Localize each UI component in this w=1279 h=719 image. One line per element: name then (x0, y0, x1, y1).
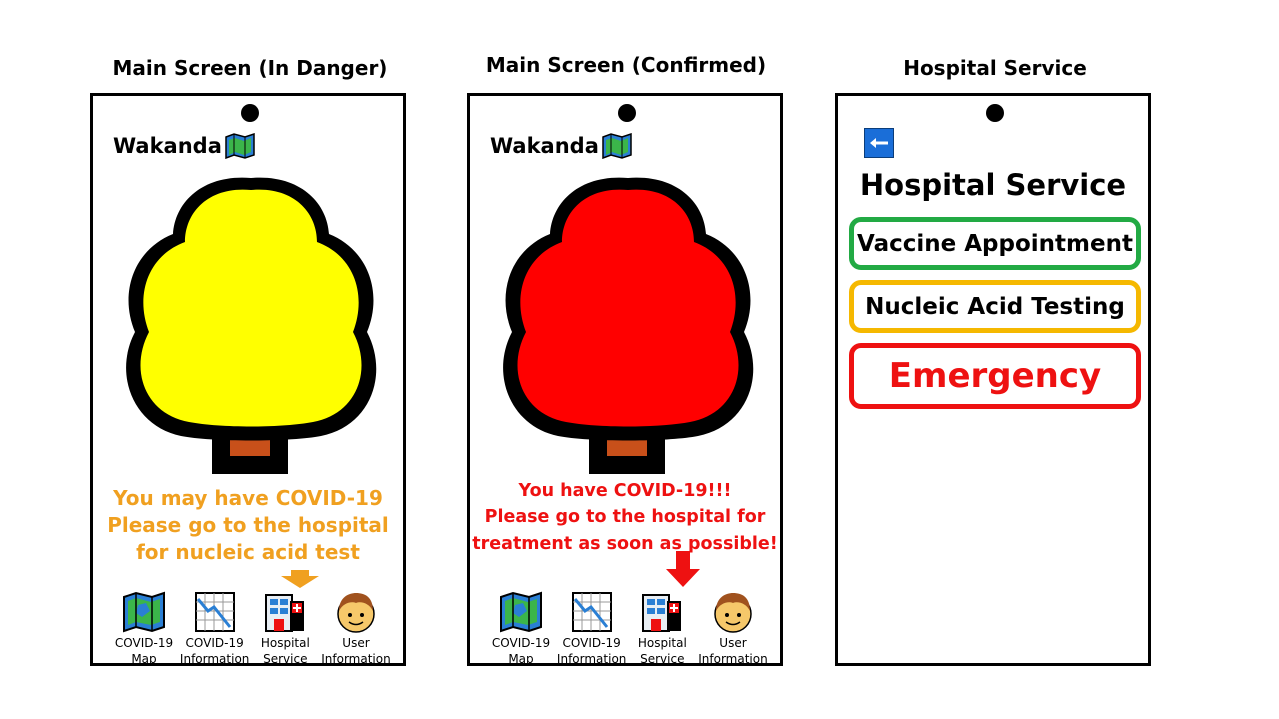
status-message: You may have COVID-19 Please go to the h… (93, 485, 403, 566)
nav-label: COVID-19 (185, 636, 244, 650)
button-label: Nucleic Acid Testing (865, 293, 1125, 320)
nav-label: COVID-19 (491, 636, 551, 650)
nav-label: Information (698, 652, 768, 666)
chart-decline-icon (194, 592, 235, 632)
caption-confirmed: Main Screen (Confirmed) (485, 53, 767, 77)
app-brand: Wakanda (490, 133, 632, 159)
user-face-icon (337, 593, 375, 633)
hospital-icon (642, 594, 682, 632)
map-icon (123, 591, 165, 633)
status-tree-confirmed (503, 177, 754, 474)
nav-covid-information[interactable]: COVID-19 Information (557, 591, 627, 667)
nav-label: Service (640, 652, 685, 666)
bottom-nav: COVID-19 Map COVID-19 Information Hospit… (109, 591, 391, 667)
nav-hospital-service[interactable]: Hospital Service (627, 591, 697, 667)
nav-label: Map (508, 652, 534, 666)
nav-label: Map (131, 652, 157, 666)
user-face-icon (714, 593, 752, 633)
camera-dot (618, 104, 636, 122)
button-label: Emergency (888, 356, 1102, 396)
nav-label: Information (321, 652, 391, 666)
tree-canopy (140, 189, 362, 427)
nav-user-information[interactable]: User Information (321, 591, 391, 667)
status-message: You have COVID-19!!! Please go to the ho… (470, 478, 780, 557)
map-icon (500, 591, 542, 633)
camera-dot (241, 104, 259, 122)
status-line-3: for nucleic acid test (136, 540, 360, 564)
nav-label: Information (179, 652, 250, 666)
nav-label: COVID-19 (562, 636, 621, 650)
app-name: Wakanda (490, 134, 599, 158)
status-line-2: Please go to the hospital for (484, 507, 766, 528)
button-label: Vaccine Appointment (857, 230, 1133, 257)
page-title: Hospital Service (859, 168, 1127, 202)
nav-label: Information (556, 652, 627, 666)
back-arrow-icon (870, 138, 888, 148)
nav-label: User (719, 636, 747, 650)
app-name: Wakanda (113, 134, 222, 158)
vaccine-appointment-button[interactable]: Vaccine Appointment (849, 217, 1141, 270)
status-tree-danger (126, 177, 377, 474)
nav-label: User (342, 636, 370, 650)
nav-covid-map[interactable]: COVID-19 Map (109, 591, 179, 667)
nav-user-information[interactable]: User Information (698, 591, 768, 667)
phone-confirmed: Wakanda You have COVID-19!!! Please go t… (467, 93, 783, 666)
tree-canopy (517, 189, 739, 427)
status-line-1: You have COVID-19!!! (518, 481, 732, 501)
status-line-2: Please go to the hospital (107, 513, 389, 537)
bottom-nav: COVID-19 Map COVID-19 Information Hospit… (486, 591, 768, 667)
nav-label: Service (263, 652, 308, 666)
emergency-button[interactable]: Emergency (849, 343, 1141, 409)
pointer-arrow-icon (281, 570, 319, 588)
nucleic-acid-testing-button[interactable]: Nucleic Acid Testing (849, 280, 1141, 333)
caption-danger: Main Screen (In Danger) (112, 56, 388, 80)
folded-map-icon (602, 133, 632, 159)
status-line-3: treatment as soon as possible! (472, 533, 778, 554)
nav-label: COVID-19 (114, 636, 174, 650)
camera-dot (986, 104, 1004, 122)
phone-hospital-service: Hospital Service Vaccine Appointment Nuc… (835, 93, 1151, 666)
pointer-arrow-icon (666, 551, 700, 587)
nav-label: Hospital (637, 636, 687, 650)
caption-hospital: Hospital Service (903, 56, 1087, 80)
nav-covid-map[interactable]: COVID-19 Map (486, 591, 556, 667)
app-brand: Wakanda (113, 133, 255, 159)
back-button[interactable] (864, 128, 894, 158)
hospital-icon (265, 594, 305, 632)
nav-label: Hospital (260, 636, 310, 650)
chart-decline-icon (571, 592, 612, 632)
nav-covid-information[interactable]: COVID-19 Information (180, 591, 250, 667)
phone-danger: Wakanda You may have COVID-19 Please go … (90, 93, 406, 666)
folded-map-icon (225, 133, 255, 159)
nav-hospital-service[interactable]: Hospital Service (250, 591, 320, 667)
status-line-1: You may have COVID-19 (113, 486, 383, 510)
